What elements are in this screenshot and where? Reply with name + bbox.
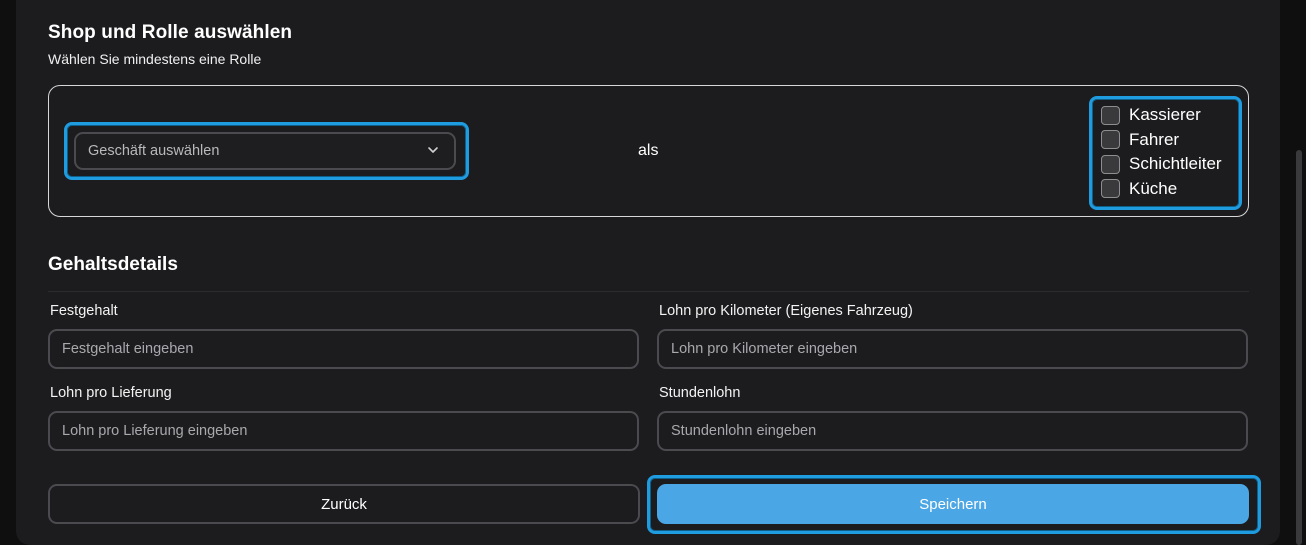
- input-placeholder: Stundenlohn eingeben: [671, 423, 817, 439]
- stundenlohn-input[interactable]: Stundenlohn eingeben: [657, 411, 1248, 451]
- shop-section-title: Shop und Rolle auswählen: [48, 22, 293, 43]
- form-panel: [16, 0, 1280, 545]
- save-button-label: Speichern: [919, 495, 987, 513]
- section-divider: [48, 291, 1249, 292]
- salary-section-title: Gehaltsdetails: [48, 254, 178, 275]
- shop-select-value: Geschäft auswählen: [88, 143, 220, 159]
- checkbox[interactable]: [1101, 105, 1120, 125]
- lohn-pro-kilometer-input[interactable]: Lohn pro Kilometer eingeben: [657, 329, 1248, 369]
- chevron-down-icon: [428, 147, 438, 153]
- field-label-festgehalt: Festgehalt: [50, 303, 118, 319]
- role-label: Schichtleiter: [1129, 154, 1222, 174]
- input-placeholder: Festgehalt eingeben: [62, 341, 194, 357]
- checkbox[interactable]: [1101, 154, 1120, 174]
- connector-text: als: [638, 142, 659, 159]
- field-label-stundenlohn: Stundenlohn: [659, 385, 741, 401]
- checkbox[interactable]: [1101, 179, 1120, 199]
- shop-select[interactable]: Geschäft auswählen: [74, 132, 456, 170]
- input-placeholder: Lohn pro Lieferung eingeben: [62, 423, 248, 439]
- save-button[interactable]: Speichern: [657, 484, 1249, 524]
- shop-section-subtitle: Wählen Sie mindestens eine Rolle: [48, 51, 262, 67]
- field-label-lohn-pro-kilometer: Lohn pro Kilometer (Eigenes Fahrzeug): [659, 303, 913, 319]
- input-placeholder: Lohn pro Kilometer eingeben: [671, 341, 858, 357]
- role-label: Fahrer: [1129, 129, 1180, 149]
- field-label-lohn-pro-lieferung: Lohn pro Lieferung: [50, 385, 172, 401]
- role-option-schichtleiter[interactable]: Schichtleiter: [1101, 152, 1222, 177]
- scrollbar-thumb[interactable]: [1296, 150, 1302, 545]
- role-option-kassierer[interactable]: Kassierer: [1101, 103, 1222, 128]
- checkbox[interactable]: [1101, 130, 1120, 150]
- festgehalt-input[interactable]: Festgehalt eingeben: [48, 329, 639, 369]
- lohn-pro-lieferung-input[interactable]: Lohn pro Lieferung eingeben: [48, 411, 639, 451]
- back-button[interactable]: Zurück: [48, 484, 640, 524]
- back-button-label: Zurück: [321, 495, 367, 513]
- role-label: Kassierer: [1129, 105, 1201, 125]
- role-checkbox-list: Kassierer Fahrer Schichtleiter Küche: [1101, 103, 1222, 201]
- role-option-fahrer[interactable]: Fahrer: [1101, 128, 1222, 153]
- role-option-kueche[interactable]: Küche: [1101, 177, 1222, 202]
- role-label: Küche: [1129, 178, 1178, 198]
